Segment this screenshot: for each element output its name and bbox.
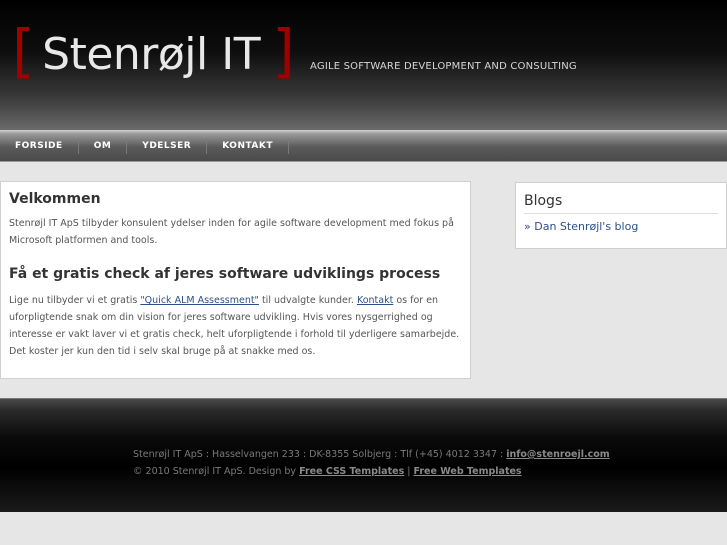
offer-text-part1: Lige nu tilbyder vi et gratis <box>9 295 141 306</box>
quick-alm-link[interactable]: "Quick ALM Assessment" <box>140 295 259 306</box>
footer-email-link[interactable]: info@stenroejl.com <box>506 449 609 460</box>
kontakt-link[interactable]: Kontakt <box>357 295 393 306</box>
free-css-templates-link[interactable]: Free CSS Templates <box>299 466 404 477</box>
logo-bracket-left: [ <box>12 17 35 85</box>
nav-item-forside[interactable]: FORSIDE <box>0 137 79 154</box>
blogs-title: Blogs <box>524 193 718 214</box>
welcome-title: Velkommen <box>9 191 101 207</box>
site-footer: Stenrøjl IT ApS : Hasselvangen 233 : DK-… <box>0 398 727 512</box>
offer-title: Få et gratis check af jeres software udv… <box>9 266 441 282</box>
nav-item-kontakt[interactable]: KONTAKT <box>207 137 290 154</box>
nav-item-om[interactable]: OM <box>79 137 128 154</box>
footer-address: Stenrøjl IT ApS : Hasselvangen 233 : DK-… <box>133 449 507 460</box>
offer-text-part2: til udvalgte kunder. <box>258 295 357 306</box>
footer-text: Stenrøjl IT ApS : Hasselvangen 233 : DK-… <box>133 446 610 480</box>
logo-bracket-right: ] <box>272 17 295 85</box>
footer-address-line: Stenrøjl IT ApS : Hasselvangen 233 : DK-… <box>133 446 610 463</box>
logo-text: Stenrøjl IT <box>42 28 261 80</box>
footer-copyright-line: © 2010 Stenrøjl IT ApS. Design by Free C… <box>133 463 610 480</box>
blogs-sidebar: Blogs » Dan Stenrøjl's blog <box>515 182 727 249</box>
main-content: Velkommen Stenrøjl IT ApS tilbyder konsu… <box>0 181 471 379</box>
blog-link-dan[interactable]: » Dan Stenrøjl's blog <box>524 220 718 233</box>
site-tagline: AGILE SOFTWARE DEVELOPMENT AND CONSULTIN… <box>310 61 577 72</box>
site-header: [ Stenrøjl IT ] AGILE SOFTWARE DEVELOPME… <box>0 0 727 130</box>
footer-copyright: © 2010 Stenrøjl IT ApS. Design by <box>133 466 300 477</box>
nav-item-ydelser[interactable]: YDELSER <box>127 137 208 154</box>
site-logo[interactable]: [ Stenrøjl IT ] <box>12 22 295 80</box>
main-nav: FORSIDE OM YDELSER KONTAKT <box>0 130 727 162</box>
offer-text: Lige nu tilbyder vi et gratis "Quick ALM… <box>9 292 462 360</box>
intro-text: Stenrøjl IT ApS tilbyder konsulent ydels… <box>9 218 454 246</box>
bottom-strip <box>0 512 727 545</box>
free-web-templates-link[interactable]: Free Web Templates <box>413 466 521 477</box>
